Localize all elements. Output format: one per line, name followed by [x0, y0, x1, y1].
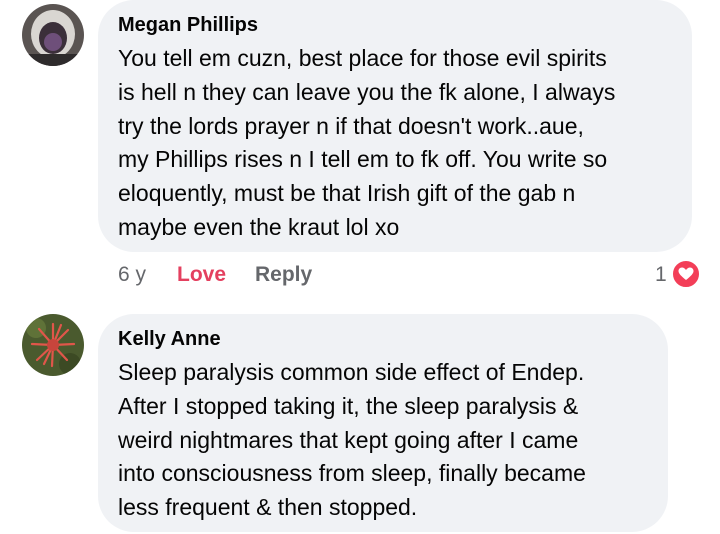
comment-text-line: After I stopped taking it, the sleep par…	[118, 392, 579, 419]
avatar-photo	[22, 4, 84, 66]
avatar[interactable]	[22, 314, 84, 376]
avatar-photo	[22, 314, 84, 376]
heart-icon[interactable]	[671, 259, 701, 289]
comment-timestamp[interactable]: 6 y	[118, 263, 146, 287]
reply-button[interactable]: Reply	[255, 263, 312, 287]
avatar[interactable]	[22, 4, 84, 66]
comment-text-line: less frequent & then stopped.	[118, 494, 418, 521]
comment-text-line: maybe even the kraut lol xo	[118, 213, 400, 240]
comment-text: Sleep paralysis common side effect of En…	[118, 356, 586, 525]
comment-text: You tell em cuzn, best place for those e…	[118, 42, 615, 245]
comment-text-line: into consciousness from sleep, finally b…	[118, 460, 586, 487]
reaction-count[interactable]: 1	[655, 263, 667, 287]
comment-text-line: Sleep paralysis common side effect of En…	[118, 359, 585, 385]
comment-text-line: try the lords prayer n if that doesn't w…	[118, 112, 584, 139]
comment-text-line: is hell n they can leave you the fk alon…	[118, 78, 616, 105]
comment-author[interactable]: Kelly Anne	[118, 328, 221, 351]
comment-text-line: You tell em cuzn, best place for those e…	[118, 45, 607, 71]
heart-glyph	[678, 267, 694, 280]
love-reaction-button[interactable]: Love	[177, 263, 226, 287]
comment-text-line: weird nightmares that kept going after I…	[118, 426, 579, 453]
comment-author[interactable]: Megan Phillips	[118, 14, 258, 37]
comment-text-line: my Phillips rises n I tell em to fk off.…	[118, 146, 608, 173]
comment-text-line: eloquently, must be that Irish gift of t…	[118, 180, 576, 207]
